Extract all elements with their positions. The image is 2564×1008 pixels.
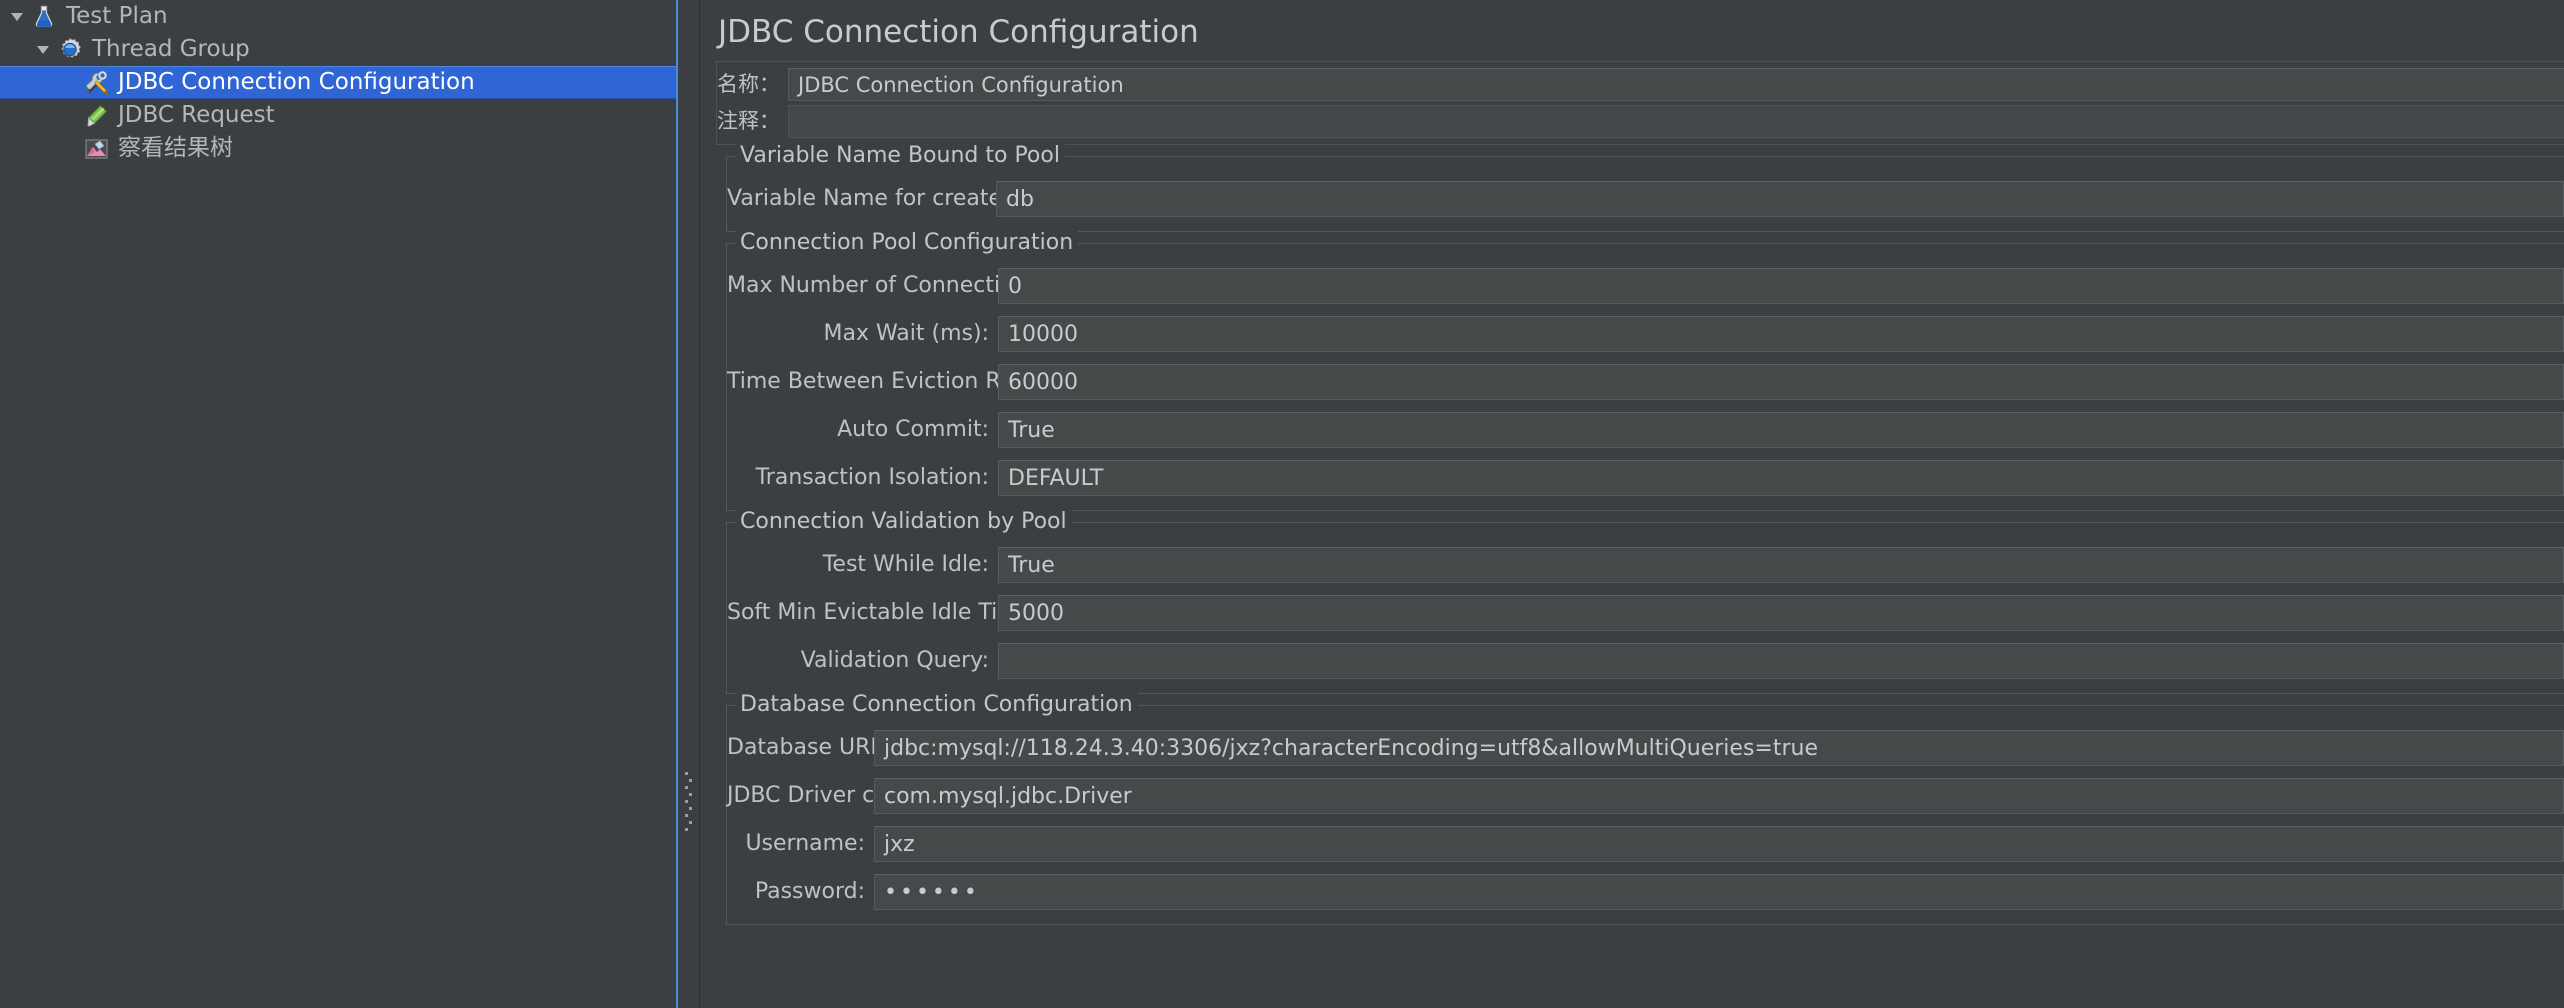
view-results-tree-icon [82, 135, 110, 163]
group-title: Variable Name Bound to Pool [736, 143, 1065, 170]
field-row: Test While Idle: True [727, 541, 2564, 589]
username-label: Username: [745, 831, 865, 857]
soft-min-evictable-idle-time-ms-label: Soft Min Evictable Idle Time(ms): [727, 600, 1090, 626]
jdbc-driver-class-input[interactable]: com.mysql.jdbc.Driver [874, 778, 2564, 815]
group-connection-validation-by-pool: Connection Validation by Pool Test While… [726, 509, 2564, 695]
page-title: JDBC Connection Configuration [718, 14, 1199, 50]
group-title: Connection Pool Configuration [736, 230, 1079, 257]
tree-item-jdbc-connection-configuration[interactable]: JDBC Connection Configuration [0, 66, 676, 99]
field-row: Transaction Isolation: DEFAULT [727, 454, 2564, 502]
comment-row: 注释： [717, 103, 2564, 140]
auto-commit-input[interactable]: True [998, 412, 2564, 449]
field-row: JDBC Driver class: com.mysql.jdbc.Driver [727, 772, 2564, 820]
comment-input[interactable] [788, 105, 2564, 139]
test-while-idle-input[interactable]: True [998, 547, 2564, 584]
max-wait-ms-label: Max Wait (ms): [823, 321, 989, 347]
field-row: Time Between Eviction Runs (ms): 60000 [727, 358, 2564, 406]
group-title: Connection Validation by Pool [736, 509, 1072, 536]
test-plan-tree[interactable]: Test Plan Thread Group JDBC Connection C… [0, 0, 676, 1008]
element-meta-box: 名称： JDBC Connection Configuration 注释： [716, 61, 2564, 146]
field-row: Auto Commit: True [727, 406, 2564, 454]
field-row: Password: •••••• [727, 868, 2564, 916]
test-plan-icon [30, 3, 58, 31]
tree-item-view-results-tree[interactable]: 察看结果树 [0, 132, 676, 165]
tree-item-label: JDBC Request [118, 102, 275, 128]
jdbc-request-icon [82, 102, 110, 130]
field-row: Variable Name for created pool: db [727, 175, 2564, 223]
max-number-of-connections-label: Max Number of Connections: [727, 273, 1047, 299]
transaction-isolation-label: Transaction Isolation: [755, 465, 989, 491]
splitter-grip-icon[interactable] [685, 772, 694, 834]
tree-item-test-plan[interactable]: Test Plan [0, 0, 676, 33]
time-between-eviction-runs-ms-input[interactable]: 60000 [998, 364, 2564, 401]
name-row: 名称： JDBC Connection Configuration [717, 66, 2564, 103]
field-row: Max Number of Connections: 0 [727, 262, 2564, 310]
thread-group-icon [56, 36, 84, 64]
field-row: Max Wait (ms): 10000 [727, 310, 2564, 358]
chevron-down-icon[interactable] [4, 0, 30, 33]
database-url-label: Database URL: [727, 735, 891, 761]
group-title: Database Connection Configuration [736, 692, 1138, 719]
field-row: Soft Min Evictable Idle Time(ms): 5000 [727, 589, 2564, 637]
jmeter-window: Test Plan Thread Group JDBC Connection C… [0, 0, 2564, 1008]
variable-name-for-created-pool-label: Variable Name for created pool: [727, 186, 1078, 212]
jdbc-connection-configuration-panel: JDBC Connection Configuration 名称： JDBC C… [700, 0, 2564, 1008]
name-label: 名称： [717, 72, 780, 97]
max-number-of-connections-input[interactable]: 0 [998, 268, 2564, 305]
tree-item-jdbc-request[interactable]: JDBC Request [0, 99, 676, 132]
transaction-isolation-input[interactable]: DEFAULT [998, 460, 2564, 497]
group-database-connection-configuration: Database Connection Configuration Databa… [726, 692, 2564, 926]
database-url-input[interactable]: jdbc:mysql://118.24.3.40:3306/jxz?charac… [874, 730, 2564, 767]
tree-item-thread-group[interactable]: Thread Group [0, 33, 676, 66]
group-variable-name-bound-to-pool: Variable Name Bound to Pool Variable Nam… [726, 143, 2564, 233]
jdbc-driver-class-label: JDBC Driver class: [727, 783, 925, 809]
soft-min-evictable-idle-time-ms-input[interactable]: 5000 [998, 595, 2564, 632]
validation-query-label: Validation Query: [800, 648, 989, 674]
variable-name-for-created-pool-input[interactable]: db [996, 181, 2564, 218]
chevron-down-icon[interactable] [30, 33, 56, 66]
test-while-idle-label: Test While Idle: [822, 552, 989, 578]
password-label: Password: [754, 879, 865, 905]
name-input[interactable]: JDBC Connection Configuration [788, 68, 2564, 102]
password-input[interactable]: •••••• [874, 874, 2564, 911]
tree-item-label: JDBC Connection Configuration [118, 69, 475, 95]
auto-commit-label: Auto Commit: [837, 417, 989, 443]
field-row: Username: jxz [727, 820, 2564, 868]
tree-item-label: 察看结果树 [118, 135, 233, 161]
validation-query-input[interactable] [998, 643, 2564, 680]
tree-item-label: Test Plan [66, 3, 168, 29]
field-row: Validation Query: [727, 637, 2564, 685]
tree-item-label: Thread Group [92, 36, 250, 62]
jdbc-connection-configuration-icon [82, 69, 110, 97]
group-connection-pool-configuration: Connection Pool Configuration Max Number… [726, 230, 2564, 512]
field-row: Database URL: jdbc:mysql://118.24.3.40:3… [727, 724, 2564, 772]
panel-splitter[interactable] [676, 0, 700, 1008]
time-between-eviction-runs-ms-label: Time Between Eviction Runs (ms): [727, 369, 1104, 395]
max-wait-ms-input[interactable]: 10000 [998, 316, 2564, 353]
comment-label: 注释： [717, 109, 780, 134]
username-input[interactable]: jxz [874, 826, 2564, 863]
